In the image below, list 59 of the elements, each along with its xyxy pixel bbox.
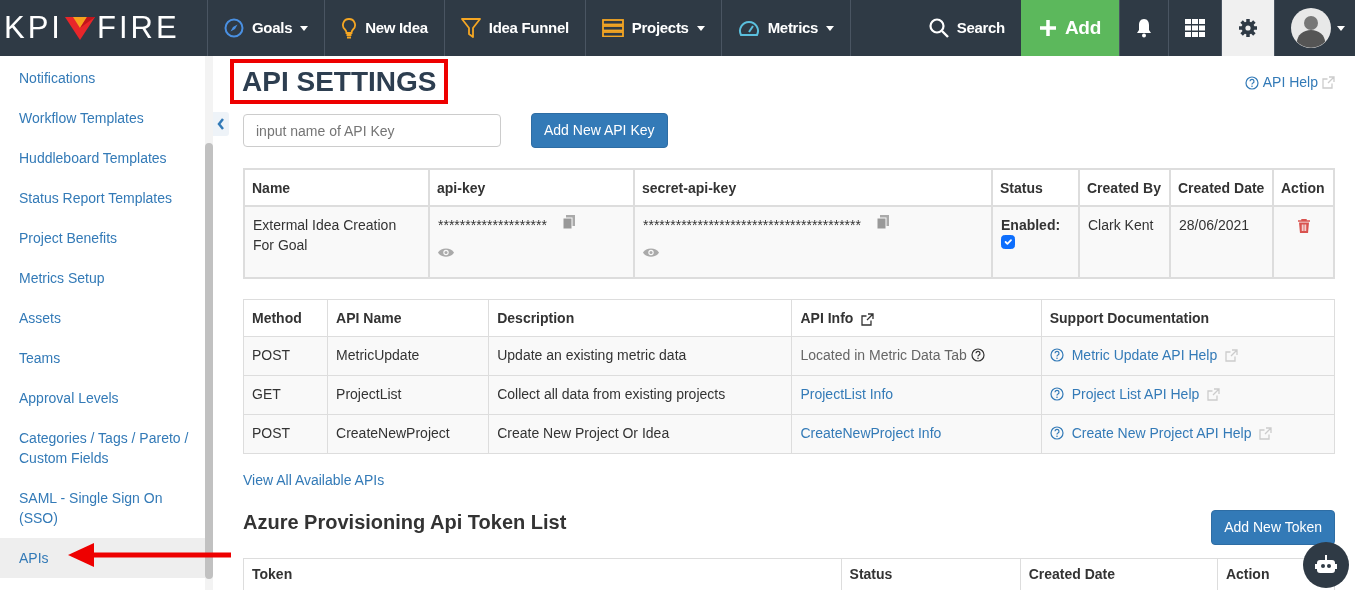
table-cell: MetricUpdate <box>327 336 489 376</box>
table-cell: Clark Kent <box>1079 206 1170 278</box>
table-cell: Collect all data from existing projects <box>488 375 792 415</box>
status-label: Enabled: <box>1001 216 1062 235</box>
api-key-name-field[interactable]: input name of API Key <box>243 114 501 147</box>
column-header: Action <box>1281 179 1325 196</box>
sidebar-item[interactable]: Huddleboard Templates <box>0 138 205 178</box>
column-header: Action <box>1225 566 1270 582</box>
column-header: Name <box>252 179 291 196</box>
help-link[interactable]: API Help <box>1244 72 1335 93</box>
column-header: Support Documentation <box>1049 310 1210 326</box>
column-header: Status <box>1000 179 1043 196</box>
masked-key: **************************************** <box>643 215 861 235</box>
add-api-key-button[interactable]: Add New API Key <box>531 113 668 148</box>
column-header: Method <box>252 310 302 326</box>
nav-menu-item[interactable]: Projects <box>585 0 722 56</box>
table-cell: ProjectList <box>327 375 489 415</box>
sidebar-item[interactable]: SAML - Single Sign On (SSO) <box>0 478 205 538</box>
table-cell: Extermal Idea Creation For Goal <box>244 206 429 278</box>
sidebar-item[interactable]: APIs <box>0 538 205 578</box>
table-cell: CreateNewProject <box>327 414 489 454</box>
column-header: API Info <box>800 310 854 326</box>
column-header: Status <box>849 566 893 582</box>
info-link[interactable]: ProjectList Info <box>800 386 894 402</box>
info-note: Located in Metric Data Tab <box>800 347 967 363</box>
page-title: API SETTINGS <box>230 59 449 104</box>
search-button[interactable]: Search <box>912 0 1021 56</box>
nav-menu-item[interactable]: New Idea <box>325 0 445 56</box>
sidebar-item[interactable]: Notifications <box>0 58 205 98</box>
table-cell: Update an existing metric data <box>488 336 792 376</box>
table-cell: Create New Project Or Idea <box>488 414 792 454</box>
column-header: Description <box>497 310 575 326</box>
masked-key: ******************** <box>438 215 547 235</box>
column-header: Created Date <box>1178 179 1265 196</box>
section-title: Azure Provisioning Api Token List <box>243 510 567 534</box>
nav-menu-item[interactable]: Goals <box>208 0 326 56</box>
sidebar-item[interactable]: Project Benefits <box>0 218 205 258</box>
column-header: Token <box>252 566 293 582</box>
sidebar-item[interactable]: Metrics Setup <box>0 258 205 298</box>
column-header: api-key <box>437 179 486 196</box>
column-header: Created By <box>1087 179 1161 196</box>
table-cell: POST <box>243 414 328 454</box>
table-cell: GET <box>243 375 328 415</box>
table-cell: 28/06/2021 <box>1170 206 1273 278</box>
add-button[interactable]: Add <box>1020 0 1120 56</box>
column-header: Created Date <box>1028 566 1116 582</box>
column-header: secret-api-key <box>642 179 737 196</box>
sidebar-item[interactable]: Assets <box>0 298 205 338</box>
column-header: API Name <box>336 310 402 326</box>
add-token-button[interactable]: Add New Token <box>1211 510 1335 545</box>
nav-menu-item[interactable]: Metrics <box>721 0 852 56</box>
sidebar-item[interactable]: Status Report Templates <box>0 178 205 218</box>
sidebar-item[interactable]: Teams <box>0 338 205 378</box>
sidebar-item[interactable]: Approval Levels <box>0 378 205 418</box>
sidebar-item[interactable]: Workflow Templates <box>0 98 205 138</box>
view-all-link[interactable]: View All Available APIs <box>243 470 385 491</box>
sidebar-item[interactable]: Categories / Tags / Pareto / Custom Fields <box>0 418 205 478</box>
nav-menu-item[interactable]: Idea Funnel <box>444 0 586 56</box>
table-cell: POST <box>243 336 328 376</box>
